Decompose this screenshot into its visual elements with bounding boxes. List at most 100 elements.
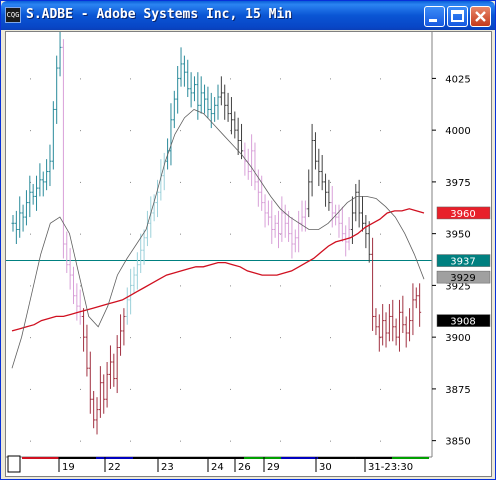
x-tick-label: 24 xyxy=(211,462,224,473)
grid-dot xyxy=(330,233,331,235)
grid-dot xyxy=(280,78,281,80)
x-tick-label: 23 xyxy=(161,462,174,473)
grid-dot xyxy=(280,440,281,442)
grid-dot xyxy=(80,337,81,339)
grid-dot xyxy=(230,388,231,390)
y-tick-label: 4000 xyxy=(445,126,470,137)
grid-dot xyxy=(380,440,381,442)
x-tick-label: 19 xyxy=(62,462,75,473)
close-icon xyxy=(475,11,486,22)
price-chart[interactable]: 38503875390039253950397540004025 19 22 23 2… xyxy=(6,30,491,476)
grid-dot xyxy=(180,285,181,287)
grid-dot xyxy=(80,130,81,132)
grid-dot xyxy=(130,337,131,339)
grid-dot xyxy=(80,440,81,442)
price-label: 3937 xyxy=(450,257,475,268)
grid-dot xyxy=(30,130,31,132)
grid-dot xyxy=(80,388,81,390)
y-tick-label: 4025 xyxy=(445,74,470,85)
grid-dot xyxy=(130,233,131,235)
scroll-box xyxy=(7,455,21,473)
grid-dot xyxy=(230,233,231,235)
grid-dot xyxy=(380,233,381,235)
grid-dot xyxy=(80,181,81,183)
grid-dot xyxy=(180,233,181,235)
y-tick-label: 3950 xyxy=(445,230,470,241)
grid-dot xyxy=(330,285,331,287)
grid-dot xyxy=(280,337,281,339)
grid-dot xyxy=(30,440,31,442)
close-button[interactable] xyxy=(470,6,491,27)
x-tick-label: 31-23:30 xyxy=(368,462,413,473)
minimize-button[interactable] xyxy=(424,6,445,27)
session-band xyxy=(392,457,430,459)
grid-dot xyxy=(330,130,331,132)
session-band xyxy=(133,457,171,459)
title-bar[interactable]: CQG S.ADBE - Adobe Systems Inc, 15 Min xyxy=(1,1,495,30)
y-tick-label: 3900 xyxy=(445,333,470,344)
grid-dot xyxy=(180,130,181,132)
grid-dot xyxy=(130,388,131,390)
maximize-icon xyxy=(451,10,464,22)
grid-dot xyxy=(230,130,231,132)
grid-dot xyxy=(180,181,181,183)
grid-dot xyxy=(330,337,331,339)
grid-dot xyxy=(380,130,381,132)
grid-dot xyxy=(130,130,131,132)
grid-dot xyxy=(30,233,31,235)
session-band xyxy=(170,457,208,459)
grid-dot xyxy=(80,78,81,80)
grid-dot xyxy=(280,388,281,390)
y-tick-label: 3850 xyxy=(445,437,470,448)
grid-dot xyxy=(30,78,31,80)
session-band xyxy=(96,457,134,459)
chart-window-icon[interactable]: CQG xyxy=(5,7,21,23)
grid-dot xyxy=(180,337,181,339)
price-label: 3960 xyxy=(450,209,475,220)
chart-area[interactable]: 3850 3875 3900 3925 3950 3975 4000 4025 19 22 23 2… xyxy=(5,30,492,477)
grid-dot xyxy=(230,440,231,442)
grid-dot xyxy=(280,130,281,132)
session-band xyxy=(281,457,319,459)
grid-dot xyxy=(30,285,31,287)
grid-dot xyxy=(330,440,331,442)
grid-dot xyxy=(80,233,81,235)
grid-dot xyxy=(230,78,231,80)
grid-dot xyxy=(230,337,231,339)
x-tick-label: 30 xyxy=(319,462,332,473)
chart-window: CQG S.ADBE - Adobe Systems Inc, 15 Min 3… xyxy=(0,0,496,480)
session-band xyxy=(59,457,97,459)
session-band xyxy=(318,457,356,459)
grid-dot xyxy=(180,440,181,442)
grid-dot xyxy=(330,78,331,80)
time-axis: 19 22 23 24 26 29 30 31-23:30 xyxy=(6,455,432,476)
grid-dot xyxy=(280,285,281,287)
grid-dot xyxy=(180,388,181,390)
grid-dot xyxy=(30,388,31,390)
session-band xyxy=(22,457,60,459)
grid-dot xyxy=(380,181,381,183)
grid-dot xyxy=(280,181,281,183)
session-band xyxy=(355,457,393,459)
x-tick-label: 22 xyxy=(108,462,121,473)
y-tick-label: 3975 xyxy=(445,178,470,189)
minimize-icon xyxy=(429,19,437,22)
grid-dot xyxy=(380,78,381,80)
grid-dot xyxy=(230,285,231,287)
y-tick-label: 3875 xyxy=(445,385,470,396)
x-tick-label: 26 xyxy=(238,462,251,473)
grid-dot xyxy=(80,285,81,287)
grid-dot xyxy=(230,181,231,183)
price-label: 3908 xyxy=(450,317,475,328)
x-tick-label: 29 xyxy=(267,462,280,473)
grid-dot xyxy=(380,285,381,287)
maximize-button[interactable] xyxy=(447,6,468,27)
session-band xyxy=(207,457,245,459)
session-band xyxy=(244,457,282,459)
grid-dot xyxy=(330,388,331,390)
grid-dot xyxy=(380,388,381,390)
grid-dot xyxy=(130,440,131,442)
window-title: S.ADBE - Adobe Systems Inc, 15 Min xyxy=(26,7,293,22)
grid-dot xyxy=(130,78,131,80)
plot-background xyxy=(6,32,491,476)
